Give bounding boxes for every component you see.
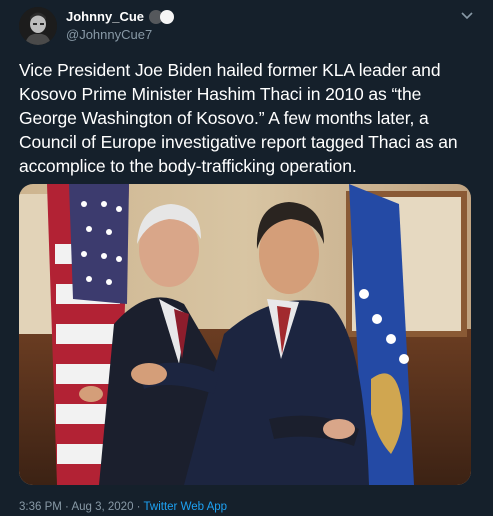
separator: · [65, 501, 69, 513]
source-link[interactable]: Twitter Web App [144, 501, 228, 513]
tweet-timestamp[interactable]: 3:36 PM · Aug 3, 2020 · Twitter Web App [19, 501, 227, 513]
tweet-text: Vice President Joe Biden hailed former K… [19, 60, 458, 176]
emoji-icon [149, 9, 175, 24]
date[interactable]: Aug 3, 2020 [71, 501, 133, 513]
light-circle-icon [160, 9, 175, 24]
time[interactable]: 3:36 PM [19, 501, 62, 513]
display-name-text[interactable]: Johnny_Cue [66, 9, 144, 24]
separator: · [136, 501, 141, 513]
display-name[interactable]: Johnny_Cue [66, 9, 175, 24]
tweet-photo[interactable] [19, 184, 471, 485]
avatar[interactable] [19, 7, 57, 45]
user-handle[interactable]: @JohnnyCue7 [66, 27, 152, 42]
tweet: Johnny_Cue @JohnnyCue7 Vice President Jo… [0, 0, 493, 516]
chevron-down-icon[interactable] [461, 8, 473, 20]
